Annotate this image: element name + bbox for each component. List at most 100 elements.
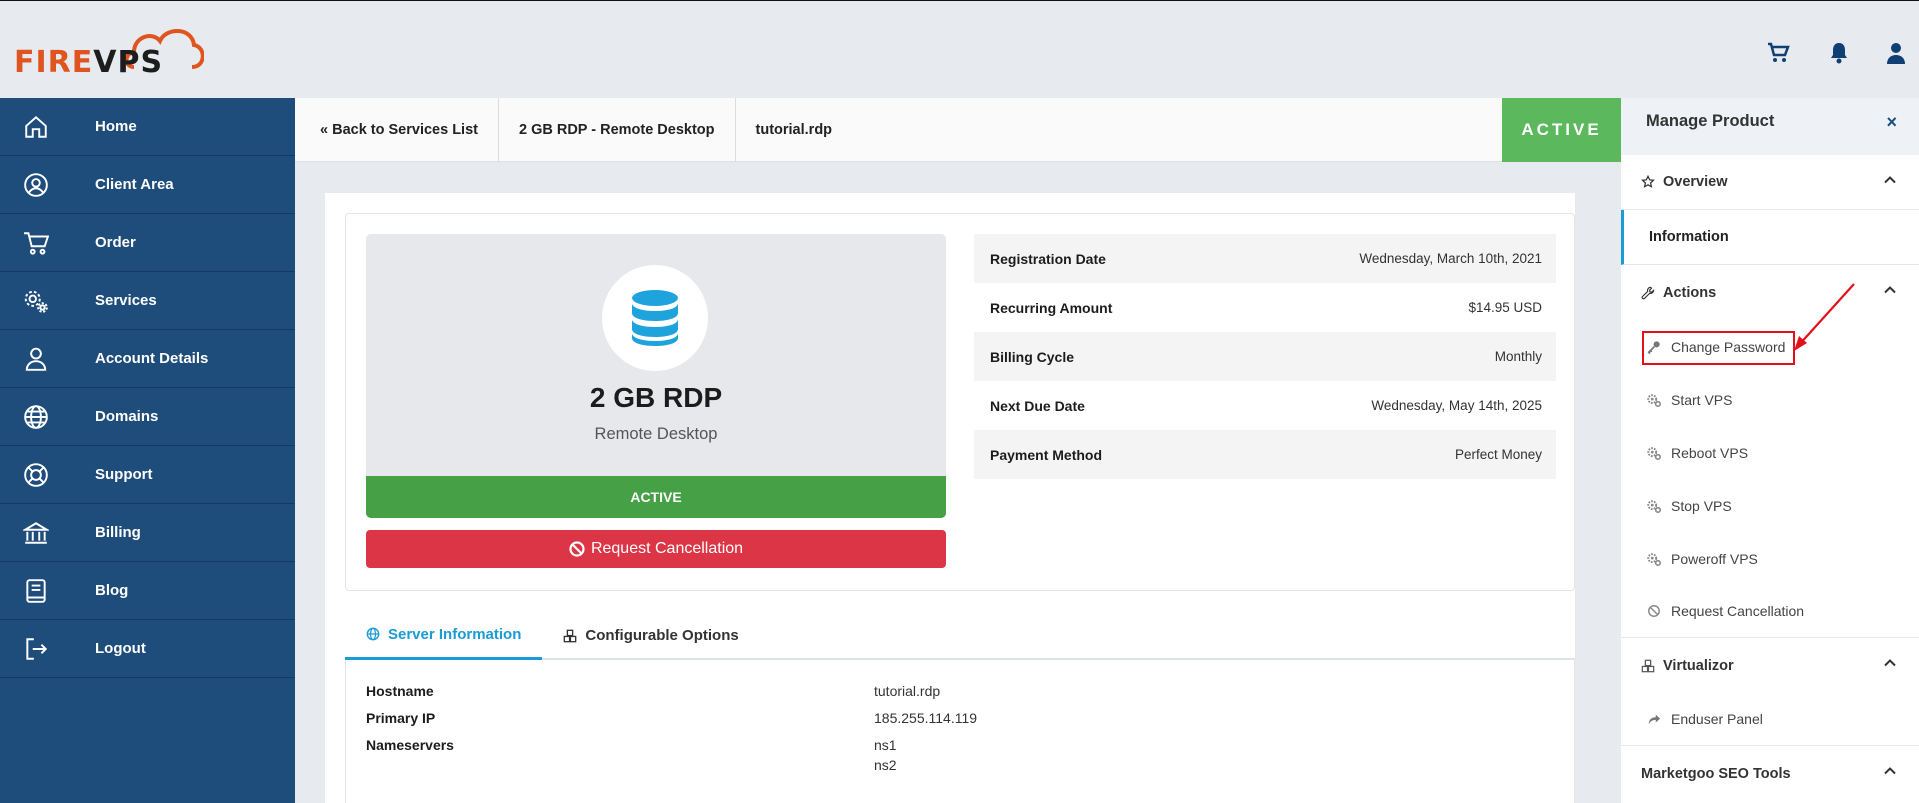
detail-value: $14.95 USD — [1468, 300, 1542, 315]
action-stop-vps[interactable]: Stop VPS — [1621, 479, 1919, 532]
gears-icon — [1647, 393, 1661, 407]
sidebar-item-home[interactable]: Home — [0, 98, 295, 156]
sidebar-item-label: Blog — [95, 582, 129, 599]
menu-item-label: Enduser Panel — [1671, 711, 1763, 727]
action-label: Start VPS — [1671, 391, 1733, 408]
gears-icon — [1647, 446, 1661, 460]
sidebar-item-label: Logout — [95, 640, 146, 657]
database-icon — [602, 265, 708, 371]
gears-icon — [24, 290, 48, 313]
detail-value: Wednesday, March 10th, 2021 — [1359, 251, 1542, 266]
nameserver-2: ns2 — [874, 757, 897, 773]
tab-label: Configurable Options — [585, 627, 739, 644]
tab-label: Server Information — [388, 625, 522, 643]
section-virtualizor[interactable]: Virtualizor — [1621, 638, 1919, 693]
detail-value: Perfect Money — [1454, 447, 1542, 462]
request-cancellation-label: Request Cancellation — [590, 540, 744, 557]
nameserver-1: ns1 — [874, 737, 897, 753]
sidebar-item-logout[interactable]: Logout — [0, 620, 295, 678]
tab-server-information[interactable]: Server Information — [345, 611, 543, 660]
hostname-label: Hostname — [366, 683, 434, 699]
section-actions[interactable]: Actions — [1621, 265, 1919, 320]
back-to-services-link[interactable]: « Back to Services List — [295, 98, 499, 162]
star-icon — [1641, 175, 1655, 188]
ban-icon — [1648, 605, 1660, 617]
sidebar-item-label: Order — [95, 234, 136, 251]
detail-value: Monthly — [1494, 349, 1542, 364]
section-label: Virtualizor — [1663, 657, 1734, 674]
detail-label: Recurring Amount — [990, 299, 1113, 316]
section-overview[interactable]: Overview — [1621, 155, 1919, 210]
lifebuoy-icon — [24, 462, 48, 487]
menu-item-information[interactable]: Information — [1621, 210, 1919, 265]
info-tabs: Server Information Configurable Options — [345, 611, 1575, 660]
primary-ip-label: Primary IP — [366, 710, 436, 726]
sidebar-item-label: Account Details — [95, 350, 209, 367]
sidebar-item-label: Support — [95, 466, 153, 483]
menu-item-enduser-panel[interactable]: Enduser Panel — [1621, 693, 1919, 746]
request-cancellation-button[interactable]: Request Cancellation — [366, 530, 946, 568]
cart-icon[interactable] — [1766, 41, 1790, 65]
detail-label: Next Due Date — [990, 397, 1085, 414]
sidebar-item-label: Billing — [95, 524, 141, 541]
section-label: Actions — [1663, 284, 1717, 301]
user-circle-icon — [24, 172, 48, 197]
logo[interactable]: FIREVPS — [14, 23, 204, 85]
product-summary: 2 GB RDP Remote Desktop ACTIVE — [366, 234, 946, 518]
wrench-icon — [1641, 286, 1655, 299]
action-poweroff-vps[interactable]: Poweroff VPS — [1621, 532, 1919, 585]
sidebar-item-client-area[interactable]: Client Area — [0, 156, 295, 214]
cubes-icon — [564, 629, 577, 642]
main-content: 2 GB RDP Remote Desktop ACTIVE Request C… — [325, 193, 1575, 803]
sidebar-item-support[interactable]: Support — [0, 446, 295, 504]
user-icon[interactable] — [1884, 41, 1908, 65]
hostname-value: tutorial.rdp — [874, 683, 941, 699]
gears-icon — [1647, 499, 1661, 513]
annotation-arrow-icon — [1794, 283, 1855, 351]
product-card: 2 GB RDP Remote Desktop ACTIVE Request C… — [345, 213, 1575, 591]
ban-icon — [569, 541, 585, 557]
product-status-bar: ACTIVE — [366, 476, 946, 518]
tab-configurable-options[interactable]: Configurable Options — [542, 611, 759, 660]
action-reboot-vps[interactable]: Reboot VPS — [1621, 426, 1919, 479]
breadcrumb-domain: tutorial.rdp — [755, 122, 833, 138]
sidebar-item-billing[interactable]: Billing — [0, 504, 295, 562]
sidebar-item-domains[interactable]: Domains — [0, 388, 295, 446]
globe-icon — [366, 627, 380, 641]
detail-row: Billing Cycle Monthly — [974, 332, 1556, 381]
section-marketgoo[interactable]: Marketgoo SEO Tools — [1621, 746, 1919, 801]
product-group: Remote Desktop — [594, 425, 718, 443]
sidebar-item-label: Domains — [95, 408, 159, 425]
user-icon — [25, 347, 47, 371]
manage-product-title: Manage Product — [1646, 112, 1775, 130]
detail-label: Payment Method — [990, 446, 1103, 463]
detail-row: Payment Method Perfect Money — [974, 430, 1556, 479]
detail-row: Next Due Date Wednesday, May 14th, 2025 — [974, 381, 1556, 430]
detail-label: Billing Cycle — [990, 348, 1075, 365]
detail-value: Wednesday, May 14th, 2025 — [1371, 398, 1542, 413]
close-icon[interactable]: × — [1886, 112, 1897, 133]
server-information-panel: Hostname tutorial.rdp Primary IP 185.255… — [345, 660, 1575, 803]
action-start-vps[interactable]: Start VPS — [1621, 373, 1919, 426]
detail-label: Registration Date — [990, 250, 1106, 267]
bell-icon[interactable] — [1827, 41, 1851, 65]
chevron-up-icon — [1883, 283, 1897, 302]
product-name: 2 GB RDP — [589, 382, 723, 413]
action-request-cancellation[interactable]: Request Cancellation — [1621, 585, 1919, 638]
primary-ip-value: 185.255.114.119 — [874, 710, 978, 726]
sidebar-item-blog[interactable]: Blog — [0, 562, 295, 620]
sidebar-item-account-details[interactable]: Account Details — [0, 330, 295, 388]
sidebar-item-order[interactable]: Order — [0, 214, 295, 272]
bank-icon — [23, 521, 49, 544]
product-details-table: Registration Date Wednesday, March 10th,… — [974, 234, 1556, 479]
breadcrumb-product[interactable]: 2 GB RDP - Remote Desktop — [499, 98, 736, 162]
action-label: Poweroff VPS — [1671, 550, 1758, 567]
sidebar-nav: Home Client Area Order Services Account … — [0, 98, 295, 803]
nameservers-label: Nameservers — [366, 737, 454, 753]
logo-vps-text: VPS — [93, 45, 164, 80]
gears-icon — [1647, 552, 1661, 566]
chevron-up-icon — [1883, 173, 1897, 192]
home-icon — [25, 115, 47, 138]
cubes-icon — [1641, 659, 1655, 672]
sidebar-item-services[interactable]: Services — [0, 272, 295, 330]
